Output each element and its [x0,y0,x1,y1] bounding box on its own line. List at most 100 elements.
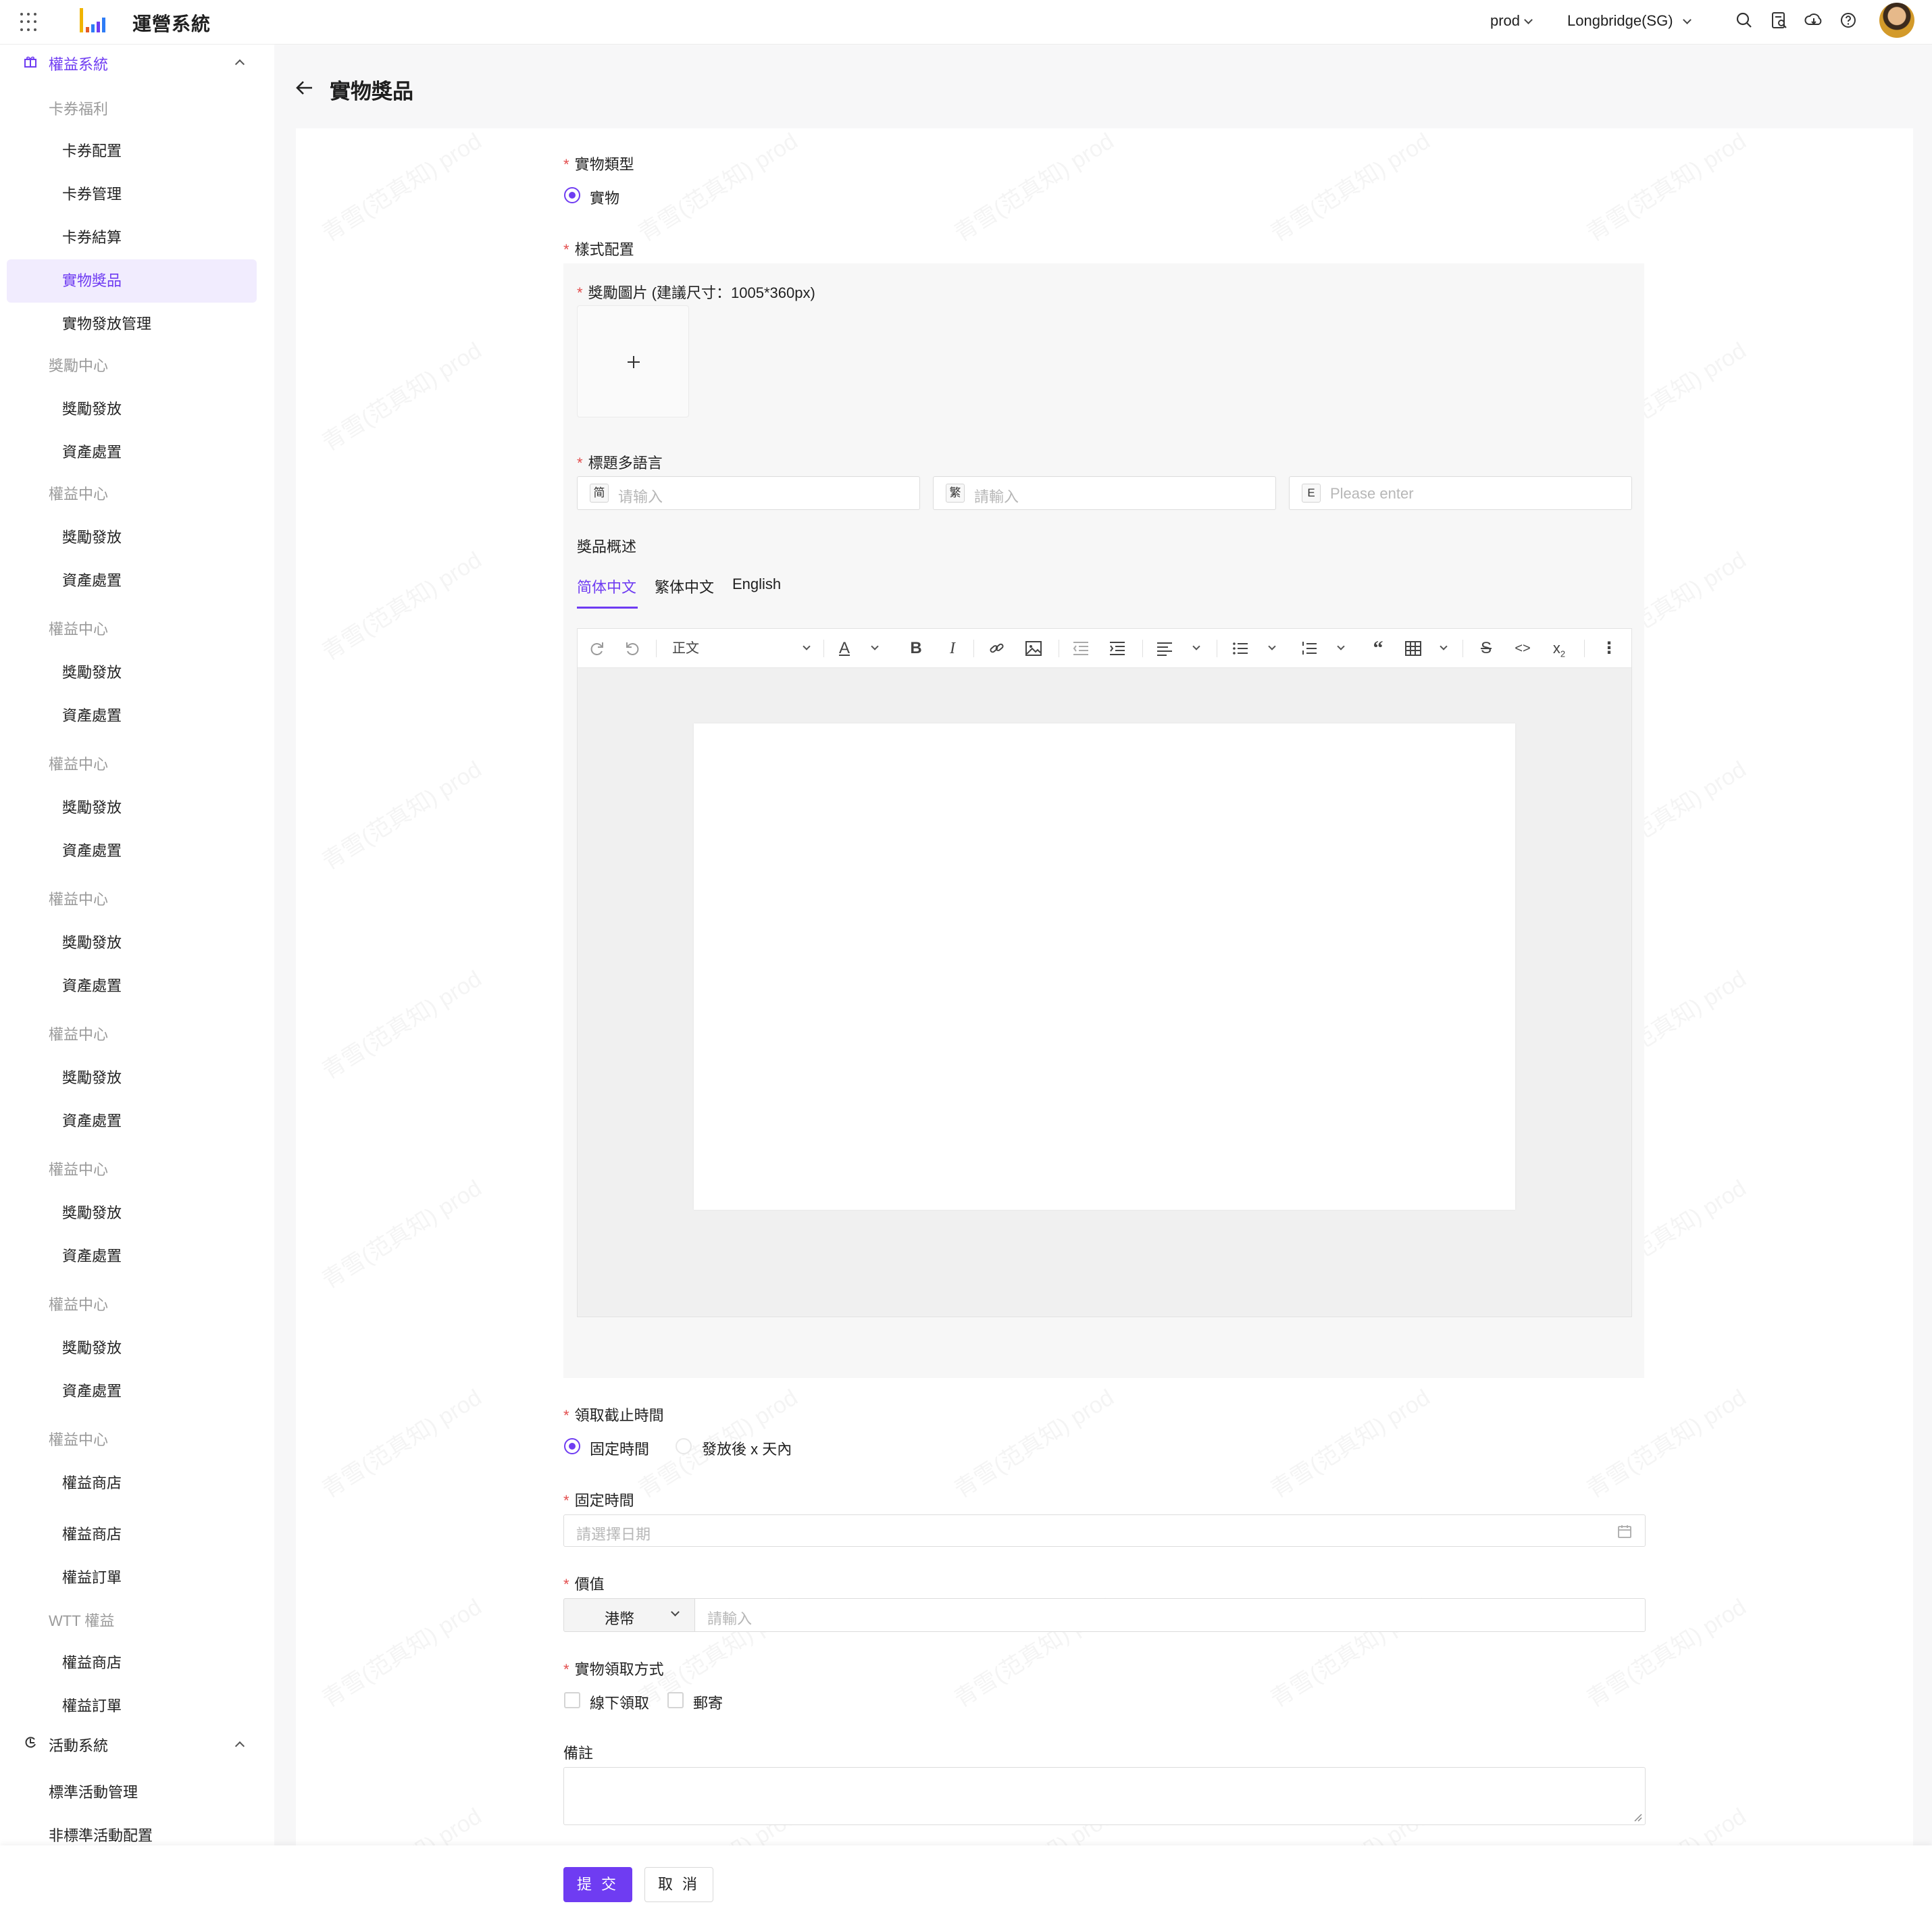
font-color-icon[interactable]: A [834,639,855,658]
code-icon[interactable]: <> [1512,639,1533,658]
watermark-text: 青雪(范真知) prod [631,128,803,248]
sidebar-item[interactable]: 卡券管理 [62,182,122,204]
sidebar-item[interactable]: 獎勵發放 [62,526,122,547]
sidebar-item[interactable]: 獎勵發放 [62,661,122,682]
italic-icon[interactable]: I [942,639,963,658]
tab-traditional-chinese[interactable]: 繁体中文 [655,576,714,597]
title-input-english[interactable]: E Please enter [1289,476,1632,510]
sidebar-item[interactable]: 資產處置 [62,1379,122,1401]
help-icon[interactable] [1839,11,1858,30]
numbered-list-icon[interactable] [1299,639,1319,658]
sidebar-item[interactable]: 獎勵發放 [62,397,122,419]
more-vertical-icon[interactable]: ⋮ [1599,639,1619,658]
method-field-label: * 實物領取方式 [563,1661,664,1678]
bullet-list-icon[interactable] [1230,639,1250,658]
currency-select[interactable]: 港幣 [563,1598,696,1632]
sidebar-item[interactable]: 實物獎品 [62,269,122,290]
method-checkbox-offline[interactable] [564,1692,580,1708]
search-icon[interactable] [1735,11,1754,30]
sidebar-item[interactable]: 獎勵發放 [62,1066,122,1088]
align-left-icon[interactable] [1154,639,1175,658]
image-field-label: * 獎勵圖片 (建議尺寸：1005*360px) [577,284,815,301]
sidebar-section-rights[interactable]: 權益系統 [49,53,108,74]
chevron-down-icon[interactable] [1337,642,1345,650]
strikethrough-icon[interactable]: S [1476,639,1496,658]
sidebar-item[interactable]: 獎勵發放 [62,1201,122,1223]
grid-icon[interactable] [20,13,39,32]
editor-content-area[interactable] [694,723,1515,1210]
chevron-up-icon[interactable] [234,59,245,70]
method-checkbox-mail[interactable] [667,1692,684,1708]
sidebar-section-activity[interactable]: 活動系統 [49,1734,108,1756]
subscript-icon[interactable]: x2 [1549,639,1569,659]
back-arrow-icon[interactable] [295,78,316,97]
lang-tag: 简 [590,484,609,503]
avatar[interactable] [1879,3,1914,38]
sidebar-item[interactable]: 資產處置 [62,569,122,590]
quote-icon[interactable]: “ [1368,638,1388,659]
value-input[interactable]: 請輸入 [694,1598,1646,1632]
chevron-down-icon[interactable] [1268,642,1276,650]
cloud-download-icon[interactable] [1804,11,1823,30]
sidebar-item[interactable]: 資產處置 [62,440,122,462]
resize-handle-icon[interactable] [1633,1812,1642,1822]
tab-simplified-chinese[interactable]: 简体中文 [577,576,636,597]
currency-value: 港幣 [605,1610,635,1627]
sidebar-item[interactable]: 獎勵發放 [62,1336,122,1358]
sidebar-item[interactable]: 獎勵發放 [62,796,122,817]
title-input-simplified[interactable]: 简请输入 [577,476,920,510]
submit-button[interactable]: 提 交 [563,1867,632,1902]
gift-icon [24,56,36,68]
sidebar-item[interactable]: 卡券結算 [62,226,122,247]
sidebar-item[interactable]: 實物發放管理 [62,312,151,334]
sidebar-item[interactable]: 資產處置 [62,1109,122,1131]
deadline-radio-fixed[interactable] [564,1438,580,1454]
redo-icon[interactable] [587,639,607,658]
env-selector[interactable]: prod [1490,12,1533,30]
chevron-up-icon[interactable] [234,1741,245,1752]
sidebar-item[interactable]: 資產處置 [62,704,122,725]
chevron-down-icon[interactable] [871,642,879,650]
sidebar-item[interactable]: 資產處置 [62,1244,122,1266]
image-upload-button[interactable] [577,305,689,417]
desc-field-label: 獎品概述 [577,538,637,555]
sidebar-item[interactable]: 卡券配置 [62,139,122,161]
sidebar-item[interactable]: 獎勵發放 [62,931,122,952]
sidebar-item[interactable]: 權益訂單 [62,1566,122,1587]
date-picker-input[interactable]: 請選擇日期 [563,1514,1646,1547]
input-placeholder: 請輸入 [974,488,1019,505]
link-icon[interactable] [987,639,1007,658]
chevron-down-icon[interactable] [803,642,811,650]
sidebar-item-nonstandard-activity[interactable]: 非標準活動配置 [49,1824,153,1845]
region-selector[interactable]: Longbridge(SG) [1567,12,1692,30]
sidebar-item[interactable]: 資產處置 [62,839,122,861]
indent-decrease-icon[interactable] [1071,639,1091,658]
sidebar-item[interactable]: 權益商店 [62,1471,122,1493]
remark-textarea[interactable] [563,1767,1646,1825]
chevron-down-icon[interactable] [1192,642,1200,650]
sidebar-item[interactable]: 權益商店 [62,1651,122,1673]
document-search-icon[interactable] [1770,11,1789,30]
deadline-radio-relative[interactable] [676,1438,692,1454]
type-radio-physical[interactable] [564,187,580,203]
sidebar-item[interactable]: 權益商店 [62,1523,122,1544]
table-icon[interactable] [1403,639,1423,658]
type-field-label: * 實物類型 [563,156,634,173]
cancel-button[interactable]: 取 消 [644,1867,713,1902]
logo [80,8,108,32]
sidebar-item[interactable]: 權益訂單 [62,1694,122,1716]
sidebar-item-standard-activity[interactable]: 標準活動管理 [49,1781,138,1802]
paragraph-style-select[interactable]: 正文 [672,639,713,658]
tab-english[interactable]: English [732,576,781,593]
bold-icon[interactable]: B [906,639,926,658]
image-icon[interactable] [1023,639,1044,658]
deadline-field-label: * 領取截止時間 [563,1407,664,1424]
undo-icon[interactable] [622,639,642,658]
calendar-icon[interactable] [1617,1523,1633,1539]
title-input-traditional[interactable]: 繁請輸入 [933,476,1276,510]
chevron-down-icon[interactable] [1440,642,1448,650]
indent-increase-icon[interactable] [1107,639,1127,658]
title-field-label: * 標題多語言 [577,455,663,471]
sidebar-item[interactable]: 資產處置 [62,974,122,996]
input-placeholder: Please enter [1330,485,1414,502]
